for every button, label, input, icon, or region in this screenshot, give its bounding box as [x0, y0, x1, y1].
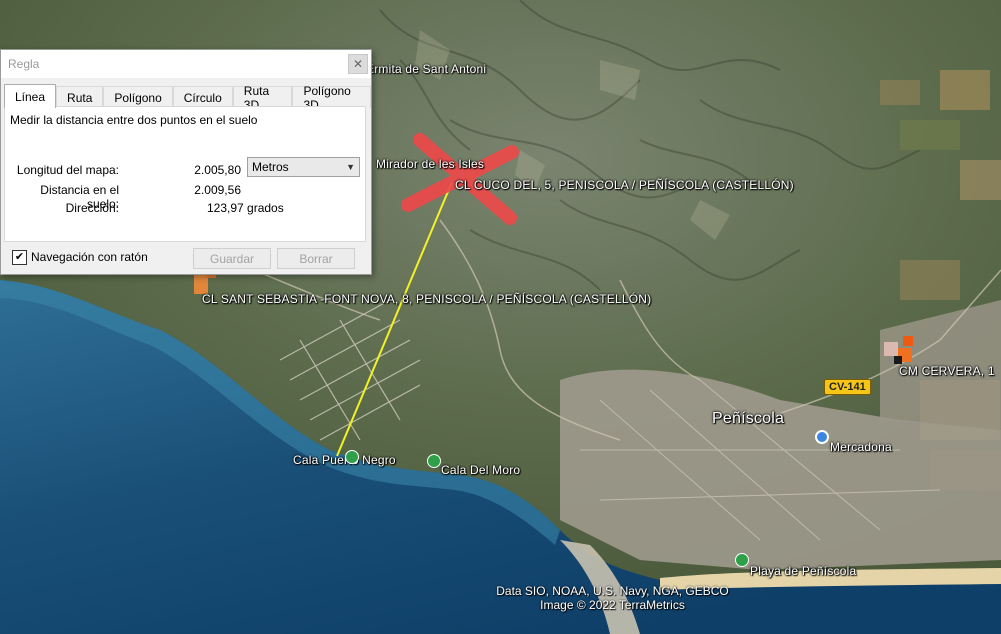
measure-description: Medir la distancia entre dos puntos en e…: [10, 113, 258, 127]
tab-panel-linea: Medir la distancia entre dos puntos en e…: [4, 106, 366, 242]
mouse-navigation-checkbox[interactable]: ✔: [12, 250, 27, 265]
mouse-navigation-label[interactable]: Navegación con ratón: [31, 250, 148, 264]
attribution-line-2: Image © 2022 TerraMetrics: [540, 598, 685, 612]
heading-value: 123,97 grados: [207, 201, 284, 215]
beach-pin-icon[interactable]: [735, 553, 749, 567]
beach-pin-icon[interactable]: [345, 450, 359, 464]
label-sant-sebastia[interactable]: CL SANT SEBASTIA -FONT NOVA, 8, PENISCOL…: [202, 292, 651, 306]
clear-button[interactable]: Borrar: [277, 248, 355, 269]
chevron-down-icon: ▼: [346, 162, 355, 172]
tab-linea[interactable]: Línea: [4, 84, 57, 108]
map-attribution: Data SIO, NOAA, U.S. Navy, NGA, GEBCO Im…: [470, 584, 755, 612]
dialog-footer: ✔ Navegación con ratón Guardar Borrar: [1, 246, 371, 270]
label-mercadona[interactable]: Mercadona: [830, 440, 892, 454]
dialog-titlebar[interactable]: Regla ✕: [1, 50, 371, 78]
tab-ruta[interactable]: Ruta: [56, 86, 104, 108]
unit-select[interactable]: Metros ▼: [247, 157, 360, 177]
beach-pin-icon[interactable]: [427, 454, 441, 468]
label-cala-del-moro[interactable]: Cala Del Moro: [441, 463, 520, 477]
label-cervera[interactable]: CM CERVERA, 1: [899, 364, 995, 378]
tab-poligono[interactable]: Polígono: [103, 86, 173, 108]
ruler-dialog: Regla ✕ Línea Ruta Polígono Círculo Ruta…: [0, 49, 372, 275]
label-ermita[interactable]: Ermita de Sant Antoni: [366, 62, 486, 76]
attribution-line-1: Data SIO, NOAA, U.S. Navy, NGA, GEBCO: [496, 584, 729, 598]
label-peniscola[interactable]: Peñíscola: [712, 410, 784, 428]
label-mirador[interactable]: Mirador de les Isles: [376, 157, 484, 171]
ground-distance-value: 2.009,56: [194, 183, 241, 197]
shopping-pin-icon[interactable]: [815, 430, 829, 444]
tab-bar: Línea Ruta Polígono Círculo Ruta 3D Polí…: [1, 84, 371, 112]
label-playa[interactable]: Playa de Peñíscola: [750, 564, 856, 578]
dialog-title: Regla: [8, 57, 40, 71]
tab-circulo[interactable]: Círculo: [172, 86, 233, 108]
close-icon[interactable]: ✕: [348, 54, 368, 74]
road-shield-cv141: CV-141: [824, 379, 871, 395]
map-length-label: Longitud del mapa:: [16, 163, 119, 177]
save-button[interactable]: Guardar: [193, 248, 271, 269]
map-length-value: 2.005,80: [194, 163, 241, 177]
tab-ruta-3d[interactable]: Ruta 3D: [232, 84, 293, 112]
unit-select-value: Metros: [252, 160, 289, 174]
heading-label: Dirección:: [65, 201, 119, 215]
label-cuco[interactable]: CL CUCO DEL, 5, PENISCOLA / PEÑÍSCOLA (C…: [455, 178, 794, 192]
tab-poligono-3d[interactable]: Polígono 3D: [292, 84, 371, 112]
